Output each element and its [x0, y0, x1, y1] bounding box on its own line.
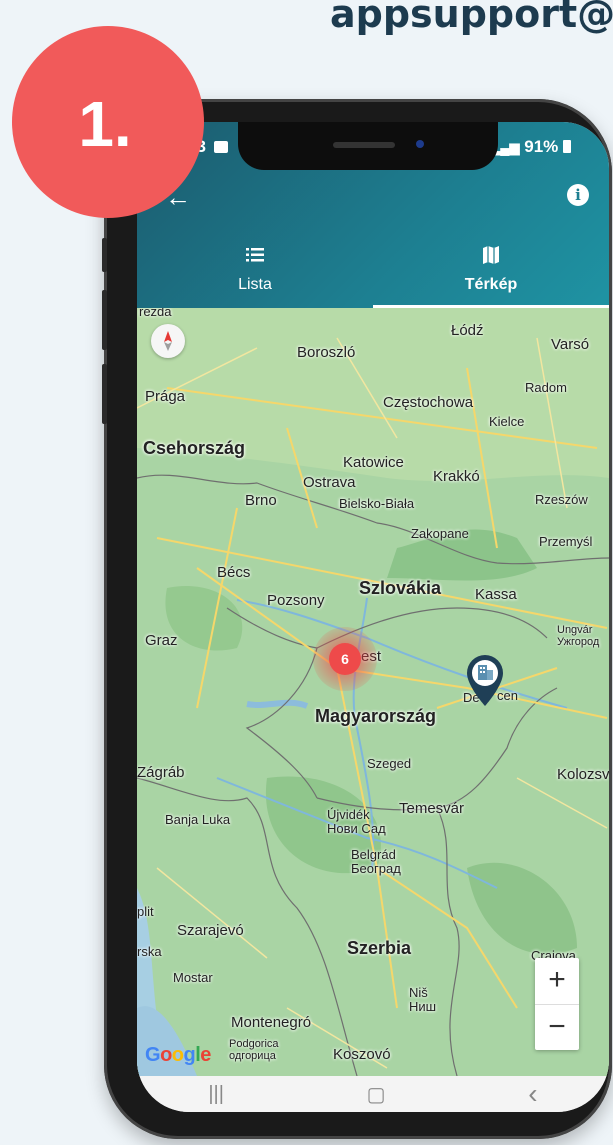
map-label: Bécs — [217, 564, 251, 581]
tab-label: Lista — [238, 276, 272, 293]
recent-apps-button[interactable]: ||| — [208, 1083, 224, 1106]
zoom-out-button[interactable]: − — [535, 1005, 579, 1051]
zoom-in-button[interactable]: + — [535, 958, 579, 1004]
map-label: Podgorica одгорица — [229, 1038, 279, 1062]
phone-volume-down — [102, 364, 107, 424]
phone-screen: 03 ▂▄▆ 91% ← i Lista — [137, 122, 609, 1112]
map-label: Koszovó — [333, 1046, 391, 1063]
map-label: Radom — [525, 380, 567, 395]
cluster-marker[interactable]: 6 — [329, 643, 361, 675]
map-label: Prága — [145, 388, 186, 405]
compass-icon[interactable] — [151, 324, 185, 358]
map-label: Kielce — [489, 414, 525, 429]
map-label: Montenegró — [231, 1014, 312, 1031]
map-label: Niš Ниш — [409, 985, 437, 1014]
list-icon — [137, 242, 373, 268]
map-label: Rzeszów — [535, 492, 588, 507]
map-label-country: Szerbia — [347, 938, 412, 958]
step-badge: 1. — [12, 26, 204, 218]
map-label: Újvidék Нови Сад — [327, 807, 386, 836]
map-label: Kolozsv — [557, 766, 609, 783]
tab-lista[interactable]: Lista — [137, 242, 373, 308]
map-label-country: Magyarország — [315, 706, 437, 726]
map-label: Częstochowa — [383, 394, 474, 411]
map-label: Zágráb — [137, 764, 185, 781]
map-label: Boroszló — [297, 344, 356, 361]
map-label: Zakopane — [411, 526, 469, 541]
map-label: Przemyśl — [539, 534, 593, 549]
status-battery: ▂▄▆ 91% — [490, 137, 571, 157]
home-button[interactable]: ▢ — [367, 1082, 386, 1107]
map-label: Brno — [245, 492, 277, 509]
map-label: Temesvár — [399, 800, 465, 817]
tab-terkep[interactable]: Térkép — [373, 242, 609, 308]
system-navbar: ||| ▢ ‹ — [137, 1076, 609, 1112]
tab-label: Térkép — [464, 276, 518, 293]
back-button[interactable]: ‹ — [528, 1078, 537, 1110]
map-view[interactable]: rezda Boroszló Łódź Varsó Prága Radom Cz… — [137, 308, 609, 1076]
map-label: Mostar — [173, 970, 213, 985]
map-label: Szeged — [367, 756, 412, 771]
battery-icon — [563, 140, 571, 153]
phone-volume-up — [102, 290, 107, 350]
google-logo: Google — [145, 1044, 211, 1066]
step-number: 1. — [78, 88, 132, 160]
map-label: Banja Luka — [165, 812, 231, 827]
map-label: Belgrád Београд — [351, 847, 401, 876]
support-email-text: appsupport@ — [330, 0, 613, 36]
map-icon — [373, 242, 609, 268]
map-label: Krakkó — [433, 468, 480, 485]
image-icon — [213, 141, 228, 153]
zoom-controls: + − — [535, 958, 579, 1050]
speaker-grille — [333, 142, 395, 148]
map-label: Kassa — [475, 586, 517, 603]
phone-side-button — [102, 238, 107, 272]
map-label: Łódź — [451, 322, 484, 339]
map-label: Ostrava — [303, 474, 356, 491]
map-label: Ungvár Ужгород — [557, 624, 600, 648]
map-label: rska — [137, 944, 162, 959]
map-label: plit — [137, 904, 154, 919]
map-label: Szarajevó — [177, 922, 244, 939]
map-label: Varsó — [551, 336, 590, 353]
map-label-country: Csehország — [143, 438, 246, 458]
info-icon[interactable]: i — [567, 184, 589, 206]
map-label: Graz — [145, 632, 178, 649]
map-label: Pozsony — [267, 592, 325, 609]
front-camera — [416, 140, 424, 148]
map-label: Bielsko-Biała — [339, 496, 415, 511]
map-label-country: Szlovákia — [359, 578, 442, 598]
phone-notch — [238, 122, 498, 170]
map-label: Katowice — [343, 454, 404, 471]
map-label: rezda — [139, 308, 172, 319]
